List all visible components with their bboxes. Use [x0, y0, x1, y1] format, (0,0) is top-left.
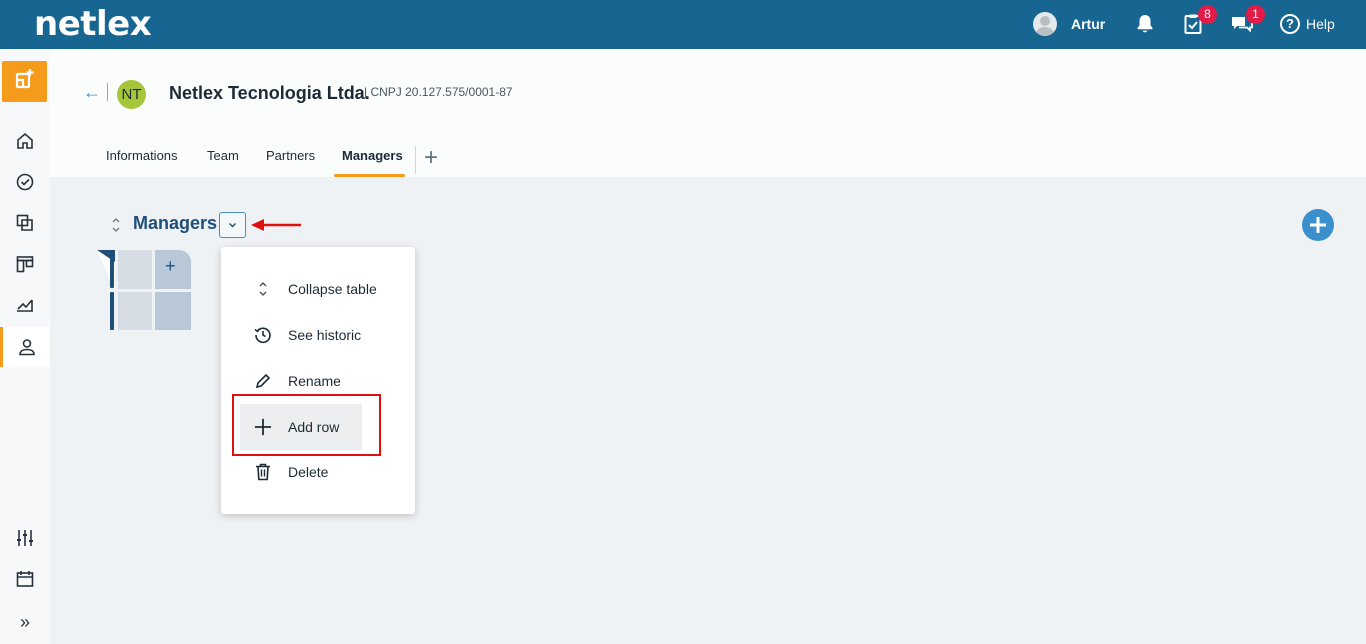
- add-section-button[interactable]: [1302, 209, 1334, 241]
- table-cell[interactable]: [118, 292, 152, 330]
- tab-managers[interactable]: Managers: [342, 145, 403, 177]
- tab-partners[interactable]: Partners: [266, 145, 315, 177]
- company-cnpj: | CNPJ 20.127.575/0001-87: [364, 85, 513, 99]
- menu-item-collapse-table[interactable]: Collapse table: [221, 269, 415, 309]
- add-column-button[interactable]: +: [155, 250, 191, 289]
- sidebar-item-contacts[interactable]: [0, 327, 50, 367]
- annotation-arrow: [251, 219, 301, 231]
- menu-item-label: Delete: [288, 464, 329, 480]
- menu-item-delete[interactable]: Delete: [221, 452, 415, 492]
- sidebar-item-settings[interactable]: [0, 518, 50, 558]
- plus-icon: +: [165, 256, 176, 276]
- collapse-icon: [254, 280, 272, 298]
- plus-icon: [1310, 217, 1326, 233]
- managers-table: +: [97, 250, 192, 332]
- menu-item-see-historic[interactable]: See historic: [221, 315, 415, 355]
- tasks-icon[interactable]: 8: [1182, 5, 1217, 36]
- sidebar-item-calendar[interactable]: [0, 559, 50, 599]
- section-options-button[interactable]: [219, 212, 246, 238]
- pencil-icon: [254, 372, 272, 390]
- chat-icon[interactable]: 1: [1230, 5, 1265, 36]
- bell-icon[interactable]: [1133, 12, 1157, 36]
- chat-badge: 1: [1246, 5, 1265, 24]
- trash-icon: [254, 463, 272, 481]
- back-arrow-icon[interactable]: ←: [83, 82, 101, 103]
- menu-item-label: Rename: [288, 373, 341, 389]
- active-tab-indicator: [334, 174, 405, 177]
- table-row-markers: [97, 250, 115, 330]
- menu-item-label: Collapse table: [288, 281, 377, 297]
- user-menu[interactable]: Artur: [1033, 12, 1105, 36]
- divider: [107, 83, 108, 101]
- user-avatar: [1033, 12, 1057, 36]
- tasks-badge: 8: [1198, 5, 1217, 24]
- sidebar-item-reports[interactable]: [0, 285, 50, 325]
- netlex-logo[interactable]: netlex: [34, 4, 152, 44]
- tab-informations[interactable]: Informations: [106, 145, 178, 177]
- help-icon: ?: [1280, 14, 1300, 34]
- table-cell[interactable]: [118, 250, 152, 289]
- tab-divider: [415, 146, 416, 174]
- help-label: Help: [1306, 16, 1335, 32]
- company-name: Netlex Tecnologia Ltda.: [169, 83, 370, 103]
- section-title: Managers: [133, 213, 218, 233]
- calendar-icon: [16, 571, 34, 587]
- table-cell[interactable]: [155, 292, 191, 330]
- add-tab-button[interactable]: +: [424, 146, 438, 170]
- chevron-down-icon: [229, 223, 236, 228]
- sidebar-item-activity[interactable]: [0, 162, 50, 202]
- help-button[interactable]: ? Help: [1280, 13, 1335, 35]
- collapse-section-icon[interactable]: [110, 218, 122, 232]
- kanban-icon: [16, 256, 34, 273]
- section-options-menu: Collapse table See historic Rename Add r…: [221, 247, 415, 514]
- new-item-button[interactable]: [2, 61, 47, 102]
- activity-icon: [16, 173, 34, 191]
- contacts-icon: [18, 339, 35, 356]
- sidebar-item-documents[interactable]: [0, 203, 50, 243]
- annotation-highlight-box: [232, 394, 381, 456]
- history-icon: [254, 326, 272, 344]
- company-avatar: NT: [117, 80, 146, 109]
- tab-team[interactable]: Team: [207, 145, 239, 177]
- top-bar: netlex Artur 8 1 ? Help: [0, 0, 1366, 49]
- menu-item-label: See historic: [288, 327, 362, 343]
- settings-sliders-icon: [17, 530, 33, 546]
- sidebar-item-home[interactable]: [0, 121, 50, 161]
- sidebar: »: [0, 49, 50, 644]
- chart-icon: [17, 299, 33, 312]
- user-name: Artur: [1071, 16, 1106, 32]
- expand-icon[interactable]: »: [0, 602, 50, 642]
- home-icon: [17, 132, 33, 149]
- sidebar-item-kanban[interactable]: [0, 244, 50, 284]
- company-header: ← NT Netlex Tecnologia Ltda. | CNPJ 20.1…: [50, 49, 1366, 177]
- documents-icon: [16, 214, 33, 231]
